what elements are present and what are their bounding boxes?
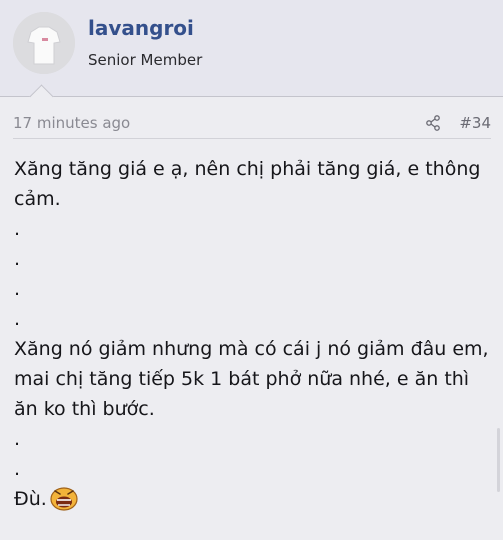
avatar[interactable] [13, 12, 75, 74]
message-line: . [14, 278, 21, 300]
message-line: . [14, 218, 21, 240]
message-line: Xăng nó giảm nhưng mà có cái j nó giảm đ… [14, 338, 489, 420]
share-icon[interactable] [426, 115, 440, 131]
angry-emoji-icon [50, 487, 78, 511]
post-message: Xăng tăng giá e ạ, nên chị phải tăng giá… [14, 154, 494, 514]
user-title: Senior Member [88, 51, 203, 69]
post-number-link[interactable]: #34 [459, 114, 491, 132]
post-meta-bar: 17 minutes ago #34 [13, 112, 491, 136]
meta-divider [13, 138, 491, 139]
message-final-line: Đù. [14, 484, 494, 514]
message-line: . [14, 308, 21, 330]
post-user-header: lavangroi Senior Member [0, 0, 503, 96]
message-line: Xăng tăng giá e ạ, nên chị phải tăng giá… [14, 158, 481, 210]
final-text: Đù. [14, 488, 47, 510]
message-line: . [14, 248, 21, 270]
message-line: . [14, 428, 21, 450]
avatar-image [13, 12, 75, 74]
scrollbar-thumb[interactable] [497, 428, 500, 492]
post-timestamp[interactable]: 17 minutes ago [13, 114, 130, 132]
message-line: . [14, 458, 21, 480]
header-divider [0, 96, 503, 97]
username-link[interactable]: lavangroi [88, 16, 194, 40]
